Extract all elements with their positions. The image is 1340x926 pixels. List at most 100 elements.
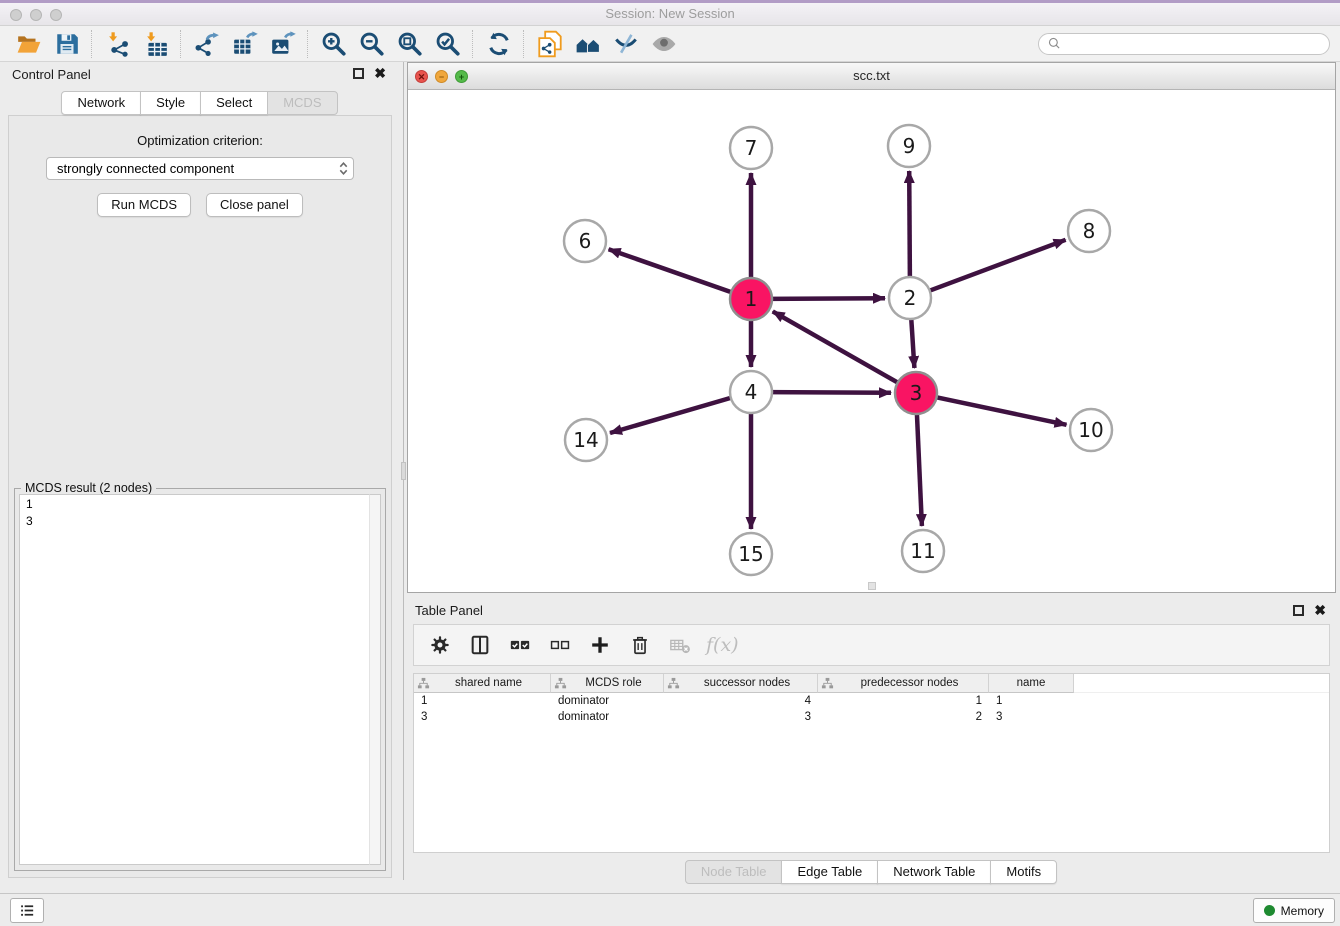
graph-node-8[interactable]: 8: [1068, 210, 1110, 252]
tab-motifs[interactable]: Motifs: [990, 860, 1057, 884]
run-mcds-button[interactable]: Run MCDS: [97, 193, 191, 217]
cell-predecessor-nodes[interactable]: 2: [818, 711, 989, 723]
edge-4-14[interactable]: [610, 397, 734, 433]
tab-network-table[interactable]: Network Table: [877, 860, 991, 884]
clone-network-button[interactable]: [531, 28, 569, 60]
tab-mcds[interactable]: MCDS: [267, 91, 337, 115]
edge-4-3[interactable]: [769, 392, 891, 393]
column-header-shared-name[interactable]: shared name: [414, 674, 551, 693]
function-button[interactable]: f(x): [706, 630, 739, 660]
hide-selected-button[interactable]: [607, 28, 645, 60]
graph-node-6[interactable]: 6: [564, 220, 606, 262]
edge-2-3[interactable]: [911, 316, 914, 368]
import-table-button[interactable]: [137, 28, 175, 60]
export-network-button[interactable]: [188, 28, 226, 60]
graph-node-14[interactable]: 14: [565, 419, 607, 461]
deselect-all-button[interactable]: [546, 630, 574, 660]
table-panel-float-icon[interactable]: [1293, 605, 1304, 616]
save-session-icon: [54, 31, 80, 57]
network-canvas[interactable]: 7 9 6 8 1 2 4 3 14 10 15 11: [408, 91, 1335, 592]
graph-node-3[interactable]: 3: [895, 372, 937, 414]
cell-shared-name[interactable]: 1: [414, 695, 551, 707]
columns-panel-button[interactable]: [466, 630, 494, 660]
export-image-button[interactable]: [264, 28, 302, 60]
select-stepper-icon: [338, 160, 349, 177]
edge-2-9[interactable]: [909, 171, 910, 280]
column-header-MCDS-role[interactable]: MCDS role: [551, 674, 664, 693]
cell-name[interactable]: 1: [989, 695, 1074, 707]
graph-node-9[interactable]: 9: [888, 125, 930, 167]
zoom-in-button[interactable]: [315, 28, 353, 60]
memory-button[interactable]: Memory: [1253, 898, 1335, 923]
delete-column-button[interactable]: [626, 630, 654, 660]
tab-select[interactable]: Select: [200, 91, 268, 115]
gear-button[interactable]: [426, 630, 454, 660]
edge-3-10[interactable]: [934, 397, 1067, 425]
network-close-button[interactable]: ✕: [415, 70, 428, 83]
graph-node-2[interactable]: 2: [889, 277, 931, 319]
network-minimize-button[interactable]: −: [435, 70, 448, 83]
tab-network[interactable]: Network: [61, 91, 141, 115]
canvas-resize-grip[interactable]: [868, 582, 876, 590]
task-history-button[interactable]: [10, 898, 44, 923]
select-all-button[interactable]: [506, 630, 534, 660]
mcds-result-text[interactable]: 1 3: [19, 494, 369, 865]
graph-node-1[interactable]: 1: [730, 278, 772, 320]
optimization-criterion-select[interactable]: strongly connected component: [46, 157, 354, 180]
panel-divider[interactable]: [401, 62, 406, 880]
table-row-0[interactable]: 1dominator411: [414, 693, 1329, 709]
graph-node-10[interactable]: 10: [1070, 409, 1112, 451]
function-builder-icon: f(x): [706, 634, 739, 656]
show-all-button[interactable]: [645, 28, 683, 60]
save-session-button[interactable]: [48, 28, 86, 60]
search-field[interactable]: [1038, 33, 1330, 55]
edge-2-8[interactable]: [927, 240, 1066, 292]
cell-successor-nodes[interactable]: 4: [664, 695, 818, 707]
graph-node-15[interactable]: 15: [730, 533, 772, 575]
table-panel-close-icon[interactable]: ✖: [1314, 603, 1326, 618]
tab-node-table[interactable]: Node Table: [685, 860, 783, 884]
export-table-icon: [232, 31, 258, 57]
mcds-result-scrollbar[interactable]: [369, 494, 381, 865]
column-header-predecessor-nodes[interactable]: predecessor nodes: [818, 674, 989, 693]
minimize-window-button[interactable]: [30, 9, 42, 21]
column-header-name[interactable]: name: [989, 674, 1074, 693]
cell-MCDS-role[interactable]: dominator: [551, 695, 664, 707]
network-zoom-button[interactable]: +: [455, 70, 468, 83]
control-panel-close-icon[interactable]: ✖: [374, 66, 386, 81]
edge-3-11[interactable]: [917, 411, 922, 526]
control-panel-float-icon[interactable]: [353, 68, 364, 79]
search-input[interactable]: [1066, 37, 1321, 51]
edge-1-6[interactable]: [609, 249, 734, 293]
close-window-button[interactable]: [10, 9, 22, 21]
graph-node-7[interactable]: 7: [730, 127, 772, 169]
divider-grip[interactable]: [401, 462, 406, 480]
table-row-1[interactable]: 3dominator323: [414, 709, 1329, 725]
first-neighbors-button[interactable]: [569, 28, 607, 60]
graph-node-4[interactable]: 4: [730, 371, 772, 413]
maximize-window-button[interactable]: [50, 9, 62, 21]
tab-style[interactable]: Style: [140, 91, 201, 115]
cell-name[interactable]: 3: [989, 711, 1074, 723]
graph-node-11[interactable]: 11: [902, 530, 944, 572]
zoom-fit-button[interactable]: [391, 28, 429, 60]
export-image-icon: [270, 31, 296, 57]
export-table-button[interactable]: [226, 28, 264, 60]
edge-1-2[interactable]: [769, 298, 885, 299]
refresh-button[interactable]: [480, 28, 518, 60]
edge-3-1[interactable]: [773, 311, 901, 384]
cell-MCDS-role[interactable]: dominator: [551, 711, 664, 723]
column-header-successor-nodes[interactable]: successor nodes: [664, 674, 818, 693]
close-panel-button[interactable]: Close panel: [206, 193, 303, 217]
open-session-button[interactable]: [10, 28, 48, 60]
tab-edge-table[interactable]: Edge Table: [781, 860, 878, 884]
cell-shared-name[interactable]: 3: [414, 711, 551, 723]
cell-successor-nodes[interactable]: 3: [664, 711, 818, 723]
add-column-button[interactable]: [586, 630, 614, 660]
table-tabs: Node TableEdge TableNetwork TableMotifs: [407, 860, 1336, 884]
cell-predecessor-nodes[interactable]: 1: [818, 695, 989, 707]
zoom-selected-button[interactable]: [429, 28, 467, 60]
delete-table-button[interactable]: [666, 630, 694, 660]
zoom-out-button[interactable]: [353, 28, 391, 60]
import-network-button[interactable]: [99, 28, 137, 60]
